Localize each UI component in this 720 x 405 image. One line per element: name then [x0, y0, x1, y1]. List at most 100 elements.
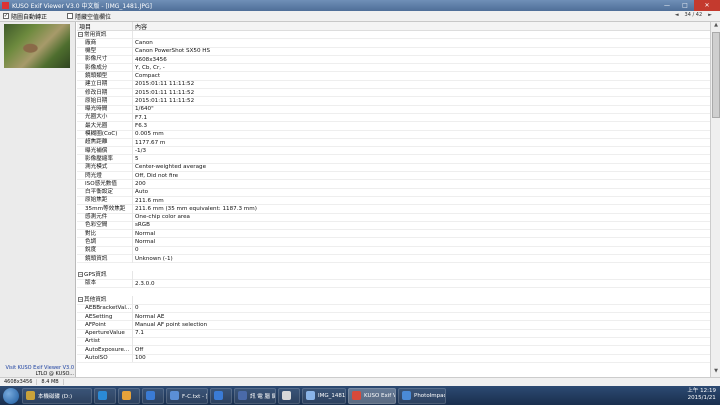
next-image-icon[interactable]: ►	[708, 12, 712, 18]
taskbar-button[interactable]: IMG_1481.J...	[302, 387, 346, 404]
row-value: Compact	[135, 73, 161, 80]
maximize-button[interactable]: □	[676, 0, 694, 11]
taskbar-button[interactable]	[94, 387, 116, 404]
row-value: Normal	[135, 239, 156, 246]
collapse-icon[interactable]: −	[78, 272, 83, 278]
photo-thumbnail[interactable]	[4, 24, 70, 68]
table-row[interactable]: AFPoint Manual AF point selection	[77, 320, 710, 330]
table-row[interactable]: 色調 Normal	[77, 237, 710, 247]
row-value: 4608x3456	[135, 56, 167, 63]
taskbar-button[interactable]	[210, 387, 232, 404]
table-row[interactable]: 廠商 Canon	[77, 38, 710, 48]
minimize-button[interactable]: —	[658, 0, 676, 11]
spacer-row	[77, 263, 710, 271]
table-row[interactable]: 鏡頭類型 Compact	[77, 71, 710, 81]
table-row[interactable]: 建立日期 2015:01:11 11:11:52	[77, 80, 710, 90]
table-row[interactable]: 光圈大小 F7.1	[77, 113, 710, 123]
table-row[interactable]: 超焦距離 1177.67 m	[77, 138, 710, 148]
vertical-scrollbar[interactable]: ▲ ▼	[710, 22, 720, 377]
table-row[interactable]: 模糊圈(CoC) 0.005 mm	[77, 130, 710, 139]
row-value: 1177.67 m	[135, 139, 166, 146]
row-key: 機型	[77, 47, 133, 56]
hide-empty-checkbox[interactable]	[67, 13, 74, 19]
app-icon	[214, 391, 223, 400]
table-row[interactable]: 對比 Normal	[77, 229, 710, 239]
table-row[interactable]: AESetting Normal AE	[77, 312, 710, 322]
row-key: 感測元件	[77, 213, 133, 222]
app-icon	[122, 391, 131, 400]
row-value: 2015:01:11 11:11:52	[135, 89, 195, 96]
taskbar-button[interactable]: 訊 電 腦 鍵盤...	[234, 387, 276, 404]
row-value: Off	[135, 346, 144, 353]
table-row[interactable]: 影像壓縮率 5	[77, 154, 710, 164]
table-row[interactable]: 影像成分 Y, Cb, Cr, -	[77, 63, 710, 73]
table-row[interactable]: 曝光補償 -1/3	[77, 146, 710, 156]
table-row[interactable]: 閃光燈 Off, Did not fire	[77, 171, 710, 181]
table-row[interactable]: 銳度 0	[77, 246, 710, 256]
auto-rotate-checkbox[interactable]: ✓	[3, 13, 9, 19]
close-button[interactable]: ✕	[694, 0, 720, 11]
row-key: Artist	[77, 337, 133, 346]
auto-rotate-option[interactable]: ✓ 隨圖自動轉正	[3, 12, 47, 21]
table-row[interactable]: 版本 2.3.0.0	[77, 279, 710, 289]
group-header[interactable]: − GPS資訊	[77, 271, 710, 280]
taskbar-button[interactable]	[118, 387, 140, 404]
app-icon	[146, 391, 155, 400]
taskbar-button[interactable]	[278, 387, 300, 404]
image-counter: 34 / 42	[684, 12, 703, 18]
table-row[interactable]: ApertureValue 7.1	[77, 329, 710, 338]
collapse-icon[interactable]: −	[78, 31, 83, 37]
scroll-up-icon[interactable]: ▲	[711, 22, 720, 31]
taskbar-button[interactable]: F-C.txt - 記...	[166, 387, 208, 404]
table-row[interactable]: 影像尺寸 4608x3456	[77, 55, 710, 65]
taskbar-label: 本機磁碟 (D:)	[38, 393, 73, 400]
table-row[interactable]: Artist	[77, 337, 710, 347]
table-row[interactable]: 白平衡設定 Auto	[77, 188, 710, 197]
table-row[interactable]: 感測元件 One-chip color area	[77, 213, 710, 222]
table-row[interactable]: 色彩空間 sRGB	[77, 221, 710, 231]
row-value: 5	[135, 156, 139, 163]
column-header-key[interactable]: 項目	[77, 22, 133, 31]
exif-table: 項目 內容 − 常用資訊 廠商 Canon 機型 Canon PowerShot SX50…	[77, 22, 710, 377]
group-header[interactable]: − 常用資訊	[77, 30, 710, 40]
table-row[interactable]: AEBBracketVal... 0	[77, 304, 710, 314]
clock-date: 2015/1/21	[687, 395, 716, 401]
taskbar-button[interactable]: PhotoImpac...	[398, 387, 446, 404]
row-value: 0	[135, 247, 139, 254]
taskbar-button[interactable]: KUSO Exif Vi...	[348, 387, 396, 404]
table-row[interactable]: AutoExposure... Off	[77, 345, 710, 355]
window-controls: — □ ✕	[658, 0, 720, 11]
row-key: 建立日期	[77, 80, 133, 89]
group-header[interactable]: − 其他資訊	[77, 296, 710, 305]
table-row[interactable]: 鏡頭資訊 Unknown (-1)	[77, 254, 710, 264]
table-row[interactable]: 原始日期 2015:01:11 11:11:52	[77, 96, 710, 106]
system-clock[interactable]: 上午 12:19 2015/1/21	[687, 388, 716, 402]
table-row[interactable]: AutoISO 100	[77, 354, 710, 363]
row-key: 最大光圈	[77, 121, 133, 131]
table-row[interactable]: 修改日期 2015:01:11 11:11:52	[77, 88, 710, 98]
column-header-value[interactable]: 內容	[133, 22, 147, 31]
clock-time: 上午 12:19	[687, 388, 716, 394]
collapse-icon[interactable]: −	[78, 297, 83, 302]
scroll-down-icon[interactable]: ▼	[711, 368, 720, 377]
row-value: Manual AF point selection	[135, 322, 208, 329]
hide-empty-option[interactable]: 隱藏空值欄位	[67, 12, 111, 21]
row-value: Center-weighted average	[135, 164, 207, 171]
scroll-thumb[interactable]	[712, 32, 720, 118]
prev-image-icon[interactable]: ◄	[675, 12, 679, 18]
taskbar-button[interactable]: 本機磁碟 (D:)	[22, 387, 92, 404]
row-key: 對比	[77, 229, 133, 238]
app-icon	[238, 391, 247, 400]
table-row[interactable]: 原始焦距 211.6 mm	[77, 196, 710, 206]
row-key: 鏡頭類型	[77, 71, 133, 81]
table-row[interactable]: 測光模式 Center-weighted average	[77, 163, 710, 173]
start-button[interactable]	[3, 387, 19, 404]
table-row[interactable]: 機型 Canon PowerShot SX50 HS	[77, 47, 710, 56]
table-row[interactable]: 35mm等效焦距 211.6 mm (35 mm equivalent: 1187…	[77, 204, 710, 214]
table-row[interactable]: 最大光圈 F6.3	[77, 121, 710, 131]
taskbar-button[interactable]	[142, 387, 164, 404]
table-row[interactable]: 曝光時間 1/640"	[77, 105, 710, 114]
row-key: 測光模式	[77, 163, 133, 172]
row-key: ISO感光數值	[77, 179, 133, 189]
table-row[interactable]: ISO感光數值 200	[77, 179, 710, 189]
